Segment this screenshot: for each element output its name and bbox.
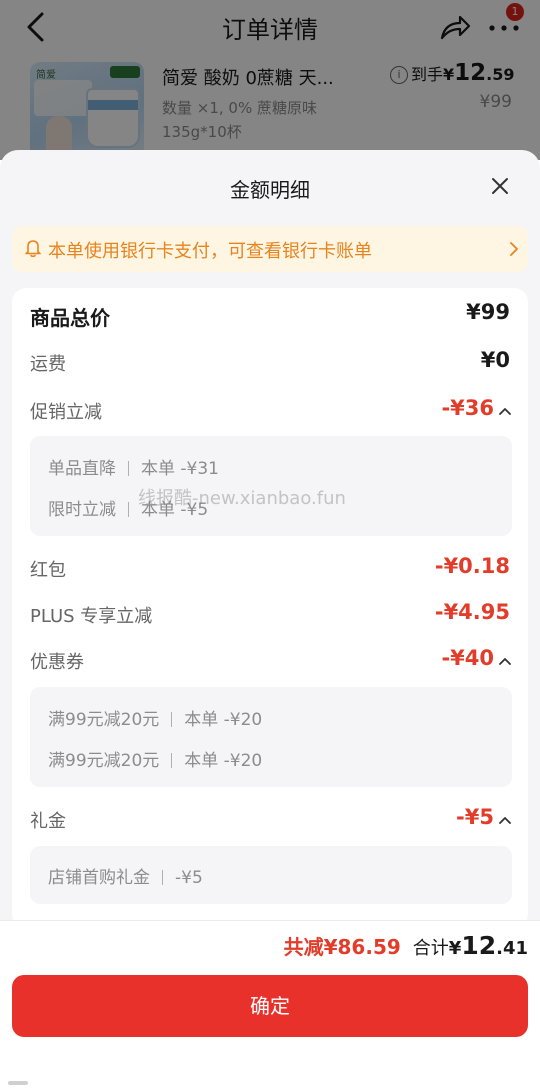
- grand-total-currency: ¥: [448, 938, 462, 959]
- plus-discount-label: PLUS 专享立减: [30, 606, 153, 627]
- gift-item: 店铺首购礼金 -¥5: [48, 863, 203, 888]
- coupon-label: 优惠券: [30, 652, 84, 673]
- close-icon[interactable]: [486, 172, 514, 200]
- promo-item-name: 限时立减: [48, 500, 116, 520]
- bank-card-notice[interactable]: 本单使用银行卡支付，可查看银行卡账单: [12, 226, 528, 272]
- row-total-price: 商品总价 ¥99: [12, 296, 528, 336]
- grand-total-int: 12: [461, 931, 497, 960]
- shipping-value: ¥0: [480, 348, 510, 372]
- chevron-up-icon[interactable]: [498, 656, 512, 666]
- promo-item-name: 单品直降: [48, 459, 116, 479]
- row-shipping: 运费 ¥0: [12, 344, 528, 384]
- gift-money-value: -¥5: [456, 805, 494, 829]
- order-totals: 共减¥86.59 合计¥12.41: [284, 931, 528, 960]
- chevron-right-icon: [510, 242, 518, 256]
- row-gift-money[interactable]: 礼金 -¥5: [12, 801, 528, 841]
- plus-discount-value: -¥4.95: [434, 600, 510, 624]
- chevron-up-icon[interactable]: [498, 406, 512, 416]
- chevron-up-icon[interactable]: [498, 815, 512, 825]
- promo-label: 促销立减: [30, 402, 102, 423]
- coupon-item: 满99元减20元 本单 -¥20: [48, 746, 262, 771]
- row-plus-discount: PLUS 专享立减 -¥4.95: [12, 596, 528, 636]
- row-coupon[interactable]: 优惠券 -¥40: [12, 642, 528, 682]
- gift-item-name: 店铺首购礼金: [48, 868, 150, 888]
- promo-item-detail: 本单 -¥31: [141, 459, 219, 479]
- coupon-detail-box: 满99元减20元 本单 -¥20 满99元减20元 本单 -¥20: [30, 687, 512, 787]
- total-price-label: 商品总价: [30, 306, 110, 330]
- promo-value: -¥36: [441, 396, 494, 420]
- coupon-item-name: 满99元减20元: [48, 710, 160, 730]
- sheet-title: 金额明细: [230, 178, 310, 202]
- bank-card-notice-text: 本单使用银行卡支付，可查看银行卡账单: [48, 241, 372, 262]
- shipping-label: 运费: [30, 354, 66, 375]
- amount-detail-sheet: 金额明细 本单使用银行卡支付，可查看银行卡账单 商品总价 ¥99 运费 ¥0 促…: [0, 150, 540, 1090]
- gift-money-label: 礼金: [30, 811, 66, 832]
- coupon-item: 满99元减20元 本单 -¥20: [48, 705, 262, 730]
- total-price-value: ¥99: [466, 300, 510, 324]
- sheet-footer: 共减¥86.59 合计¥12.41 确定: [0, 920, 540, 1090]
- bell-icon: [25, 240, 41, 258]
- coupon-item-detail: 本单 -¥20: [184, 710, 263, 730]
- red-packet-value: -¥0.18: [434, 554, 510, 578]
- promo-item: 单品直降 本单 -¥31: [48, 454, 219, 479]
- home-indicator: [8, 1081, 28, 1085]
- row-red-packet: 红包 -¥0.18: [12, 550, 528, 590]
- modal-overlay[interactable]: [0, 0, 540, 160]
- coupon-value: -¥40: [441, 646, 494, 670]
- gift-item-detail: -¥5: [175, 868, 203, 888]
- grand-total-label: 合计: [412, 938, 449, 959]
- red-packet-label: 红包: [30, 560, 66, 581]
- coupon-item-detail: 本单 -¥20: [184, 751, 263, 771]
- grand-total-dec: .41: [496, 938, 528, 959]
- watermark-text: 线报酷-new.xianbao.fun: [138, 488, 346, 509]
- amount-card: 商品总价 ¥99 运费 ¥0 促销立减 -¥36 单品直降 本单 -¥31 限时立…: [12, 288, 528, 928]
- gift-detail-box: 店铺首购礼金 -¥5: [30, 846, 512, 904]
- total-saved: 共减¥86.59: [283, 935, 401, 959]
- row-promo[interactable]: 促销立减 -¥36: [12, 392, 528, 432]
- confirm-button[interactable]: 确定: [12, 975, 528, 1037]
- coupon-item-name: 满99元减20元: [48, 751, 160, 771]
